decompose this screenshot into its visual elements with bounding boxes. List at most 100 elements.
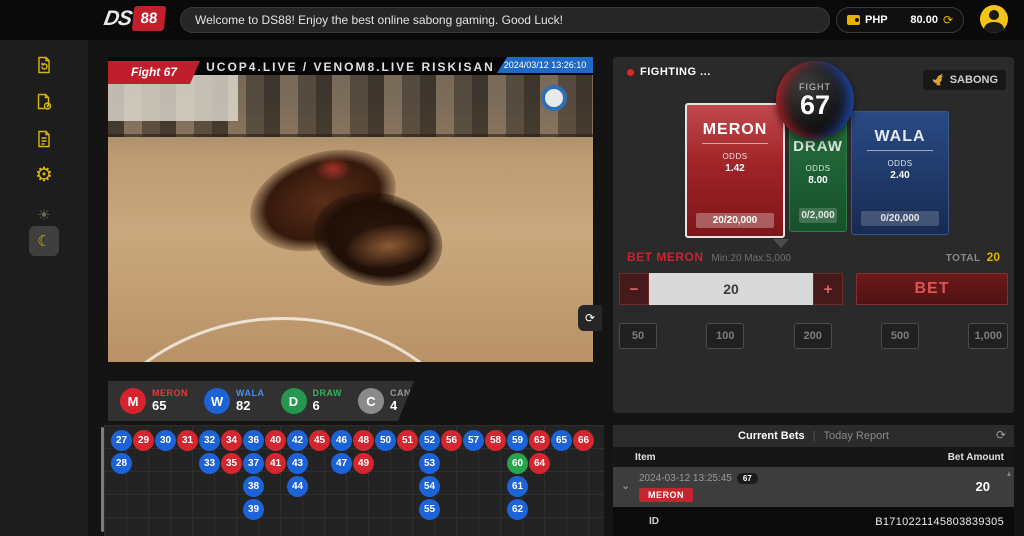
wallet-icon — [847, 15, 860, 25]
result-stats-bar: MMERON65WWALA82DDRAW6CCANCEL4 — [108, 381, 414, 421]
bet-side-title: BET MERON — [627, 250, 704, 264]
result-cell: 44 — [287, 476, 308, 497]
chip-500[interactable]: 500 — [881, 323, 919, 349]
result-cell: 38 — [243, 476, 264, 497]
meron-bet-card[interactable]: MERON ODDS 1.42 20/20,000 — [685, 103, 785, 238]
result-cell: 39 — [243, 499, 264, 520]
result-cell: 40 — [265, 430, 286, 451]
bet-row[interactable]: ⌄ 2024-03-12 13:25:45 67 MERON 20 — [613, 467, 1014, 507]
balance-value: 80.00 — [910, 14, 938, 26]
chip-100[interactable]: 100 — [706, 323, 744, 349]
provider-badge: SABONG — [923, 70, 1006, 90]
result-cell: 61 — [507, 476, 528, 497]
stat-letter-circle: D — [281, 388, 307, 414]
user-avatar[interactable] — [980, 5, 1008, 33]
stat-letter-circle: C — [358, 388, 384, 414]
result-cell: 52 — [419, 430, 440, 451]
fight-status-text: FIGHTING ... — [640, 66, 711, 78]
result-cell: 28 — [111, 453, 132, 474]
theme-moon-icon[interactable]: ☾ — [29, 226, 59, 256]
stat-count: 65 — [152, 399, 188, 413]
balance-refresh-icon[interactable]: ⟳ — [943, 13, 953, 27]
result-cell: 35 — [221, 453, 242, 474]
draw-odds-label: ODDS — [790, 164, 846, 173]
result-cell: 51 — [397, 430, 418, 451]
result-cell: 42 — [287, 430, 308, 451]
meron-title: MERON — [687, 121, 783, 139]
result-cell: 54 — [419, 476, 440, 497]
tab-today-report[interactable]: Today Report — [824, 430, 889, 442]
minus-button[interactable]: − — [619, 273, 649, 305]
avatar-body-icon — [984, 22, 1004, 33]
current-bets-panel: Current Bets | Today Report ⟳ Item Bet A… — [613, 425, 1014, 536]
sidebar: ⚙ ☀ ☾ — [0, 40, 88, 536]
chip-1000[interactable]: 1,000 — [968, 323, 1008, 349]
result-history-grid: 2729303132343640424546485051525657585963… — [104, 425, 604, 536]
wala-pool: 0/20,000 — [861, 211, 939, 226]
draw-title: DRAW — [790, 138, 846, 155]
result-cell: 62 — [507, 499, 528, 520]
fight-number-ball: FIGHT 67 — [776, 61, 854, 139]
bets-refresh-icon[interactable]: ⟳ — [996, 428, 1006, 442]
balance-pill[interactable]: PHP 80.00 ⟳ — [836, 7, 964, 33]
ball-fight-number: 67 — [800, 92, 830, 119]
grid-scrollbar[interactable] — [101, 427, 104, 532]
report-refresh-icon[interactable] — [31, 52, 57, 78]
result-cell: 55 — [419, 499, 440, 520]
result-cell: 45 — [309, 430, 330, 451]
result-cell: 50 — [375, 430, 396, 451]
meron-odds-value: 1.42 — [687, 163, 783, 174]
total-label: TOTAL — [946, 253, 981, 264]
result-cell: 46 — [331, 430, 352, 451]
chip-50[interactable]: 50 — [619, 323, 657, 349]
rooster-comb — [316, 157, 350, 181]
bet-button[interactable]: BET — [856, 273, 1008, 305]
wala-bet-card[interactable]: WALA ODDS 2.40 0/20,000 — [851, 111, 949, 235]
tab-current-bets[interactable]: Current Bets — [738, 430, 805, 442]
result-cell: 48 — [353, 430, 374, 451]
stat-count: 82 — [236, 399, 265, 413]
currency-label: PHP — [865, 14, 888, 26]
result-cell: 49 — [353, 453, 374, 474]
settings-gear-icon[interactable]: ⚙ — [31, 162, 57, 188]
chip-200[interactable]: 200 — [794, 323, 832, 349]
stat-wala: WWALA82 — [204, 388, 265, 414]
col-bet-amount: Bet Amount — [948, 452, 1004, 463]
app-root: DS 88 Welcome to DS88! Enjoy the best on… — [0, 0, 1024, 536]
bets-scroll-arrow[interactable]: ▴ — [1007, 469, 1011, 478]
theme-sun-icon[interactable]: ☀ — [31, 202, 57, 228]
bet-amount-value: 20 — [976, 479, 990, 494]
stat-count: 6 — [313, 399, 343, 413]
chevron-down-icon[interactable]: ⌄ — [621, 479, 630, 492]
plus-button[interactable]: + — [813, 273, 843, 305]
result-cell: 65 — [551, 430, 572, 451]
stream-logo-badge — [541, 85, 567, 111]
result-cell: 56 — [441, 430, 462, 451]
wala-odds-label: ODDS — [852, 159, 948, 168]
col-item: Item — [635, 452, 656, 463]
result-cell: 41 — [265, 453, 286, 474]
result-cell: 66 — [573, 430, 594, 451]
bet-id-value: B1710221145803839305 — [875, 516, 1004, 528]
video-rotate-icon[interactable]: ⟳ — [578, 305, 602, 331]
bet-timestamp: 2024-03-12 13:25:45 67 — [639, 473, 758, 484]
arena-panel: FIGHTING ... SABONG FIGHT 67 MERON ODDS … — [613, 57, 1014, 413]
wala-odds-value: 2.40 — [852, 170, 948, 181]
meron-underline — [702, 143, 767, 144]
stat-meron: MMERON65 — [120, 388, 188, 414]
report-list-icon[interactable] — [31, 126, 57, 152]
bet-id-row: ID B1710221145803839305 — [613, 507, 1014, 536]
amount-stepper: − + — [619, 273, 843, 305]
result-cell: 27 — [111, 430, 132, 451]
bet-amount-input[interactable] — [649, 273, 813, 305]
result-cell: 53 — [419, 453, 440, 474]
welcome-marquee: Welcome to DS88! Enjoy the best online s… — [180, 7, 830, 33]
bet-info-line: BET MERON Min:20 Max:5,000 TOTAL 20 — [627, 250, 1000, 264]
bet-side-badge: MERON — [639, 488, 693, 502]
tab-divider: | — [813, 430, 816, 442]
result-cell: 47 — [331, 453, 352, 474]
result-cell: 43 — [287, 453, 308, 474]
report-money-icon[interactable] — [31, 89, 57, 115]
result-cell: 58 — [485, 430, 506, 451]
bet-time-text: 2024-03-12 13:25:45 — [639, 473, 732, 484]
